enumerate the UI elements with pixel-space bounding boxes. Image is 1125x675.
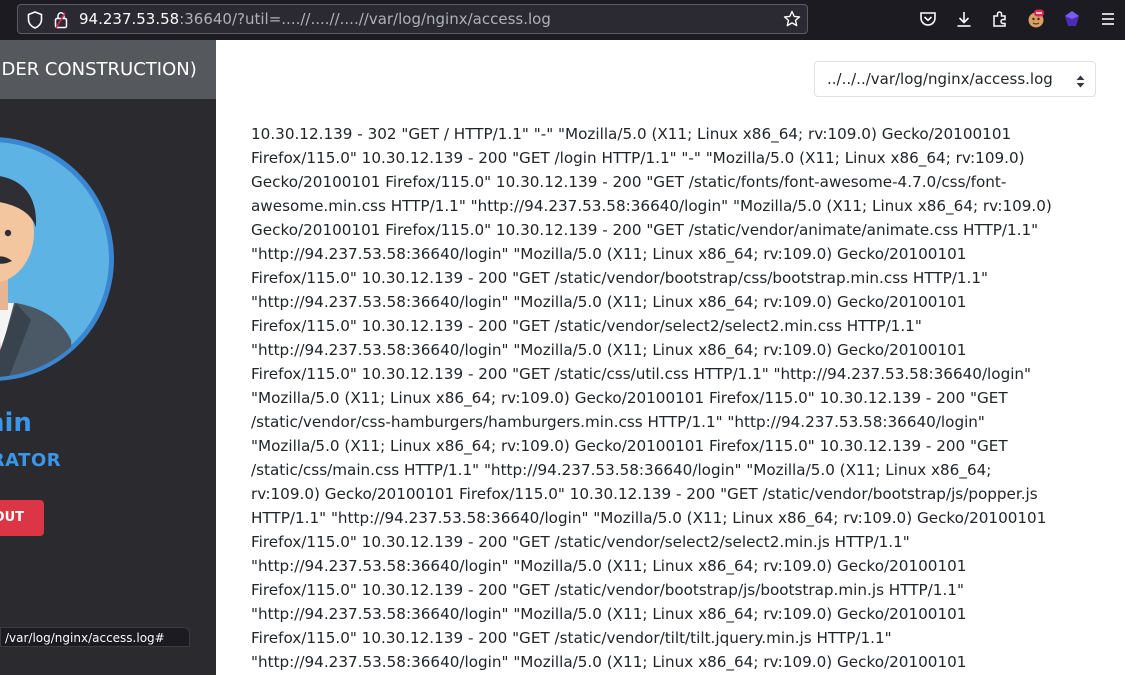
log-line: HTTP/1.1" "http://94.237.53.58:36640/log… [251, 509, 1047, 527]
log-line: Firefox/115.0" 10.30.12.139 - 200 "GET /… [251, 581, 964, 599]
extensions-icon[interactable] [990, 9, 1010, 29]
log-line: "http://94.237.53.58:36640/login" "Mozil… [251, 245, 967, 263]
log-line: "http://94.237.53.58:36640/login" "Mozil… [251, 653, 967, 671]
lock-icon[interactable] [53, 11, 69, 33]
sidebar: NDER CONSTRUCTION) nin TRATOR OUT [0, 40, 216, 675]
sidebar-header: NDER CONSTRUCTION) [0, 40, 216, 99]
url-bar[interactable]: 94.237.53.58:36640/?util=....//....//...… [17, 4, 808, 34]
browser-toolbar: 94.237.53.58:36640/?util=....//....//...… [0, 0, 1125, 41]
log-line: "http://94.237.53.58:36640/login" "Mozil… [251, 557, 967, 575]
log-line: "http://94.237.53.58:36640/login" "Mozil… [251, 293, 967, 311]
url-path: :36640/?util=....//....//....//var/log/n… [179, 10, 551, 28]
url-text[interactable]: 94.237.53.58:36640/?util=....//....//...… [79, 10, 551, 29]
log-line: Firefox/115.0" 10.30.12.139 - 200 "GET /… [251, 269, 989, 287]
log-line: rv:109.0) Gecko/20100101 Firefox/115.0" … [251, 485, 1038, 503]
purple-ext-icon[interactable] [1062, 9, 1082, 29]
log-line: "http://94.237.53.58:36640/login" "Mozil… [251, 341, 967, 359]
log-line: /static/vendor/css-hamburgers/hamburgers… [251, 413, 985, 431]
avatar-image [0, 137, 114, 381]
pocket-icon[interactable] [918, 9, 938, 29]
log-file-select-value: ../../../var/log/nginx/access.log [827, 70, 1053, 88]
url-host: 94.237.53.58 [79, 10, 180, 28]
log-line: awesome.min.css HTTP/1.1" "http://94.237… [251, 197, 1052, 215]
log-file-select[interactable]: ../../../var/log/nginx/access.log [814, 61, 1096, 97]
shield-icon[interactable] [27, 11, 43, 33]
main-content: ../../../var/log/nginx/access.log 10.30.… [216, 40, 1125, 675]
log-line: "http://94.237.53.58:36640/login" "Mozil… [251, 605, 967, 623]
log-line: Firefox/115.0" 10.30.12.139 - 200 "GET /… [251, 317, 922, 335]
fox-avatar-icon[interactable] [1026, 9, 1046, 29]
logout-button[interactable]: OUT [0, 500, 44, 536]
log-line: Gecko/20100101 Firefox/115.0" 10.30.12.1… [251, 221, 1039, 239]
profile-role: TRATOR [0, 450, 62, 471]
log-line: Firefox/115.0" 10.30.12.139 - 200 "GET /… [251, 365, 1032, 383]
select-arrows-icon [1076, 73, 1085, 92]
avatar [0, 135, 116, 383]
log-line: Firefox/115.0" 10.30.12.139 - 200 "GET /… [251, 629, 892, 647]
profile-name: nin [0, 408, 32, 438]
log-line: Firefox/115.0" 10.30.12.139 - 200 "GET /… [251, 149, 1025, 167]
log-line: "Mozilla/5.0 (X11; Linux x86_64; rv:109.… [251, 389, 1008, 407]
log-line: Firefox/115.0" 10.30.12.139 - 200 "GET /… [251, 533, 910, 551]
log-line: 10.30.12.139 - 302 "GET / HTTP/1.1" "-" … [251, 125, 1012, 143]
log-line: /static/css/main.css HTTP/1.1" "http://9… [251, 461, 992, 479]
sidebar-header-title: NDER CONSTRUCTION) [0, 59, 197, 80]
menu-icon[interactable] [1098, 9, 1118, 29]
log-line: "Mozilla/5.0 (X11; Linux x86_64; rv:109.… [251, 437, 1008, 455]
download-icon[interactable] [954, 9, 974, 29]
log-output: 10.30.12.139 - 302 "GET / HTTP/1.1" "-" … [251, 122, 1106, 674]
status-link-preview: /var/log/nginx/access.log# [0, 627, 190, 647]
log-line: Gecko/20100101 Firefox/115.0" 10.30.12.1… [251, 173, 1007, 191]
star-icon[interactable] [783, 10, 801, 32]
